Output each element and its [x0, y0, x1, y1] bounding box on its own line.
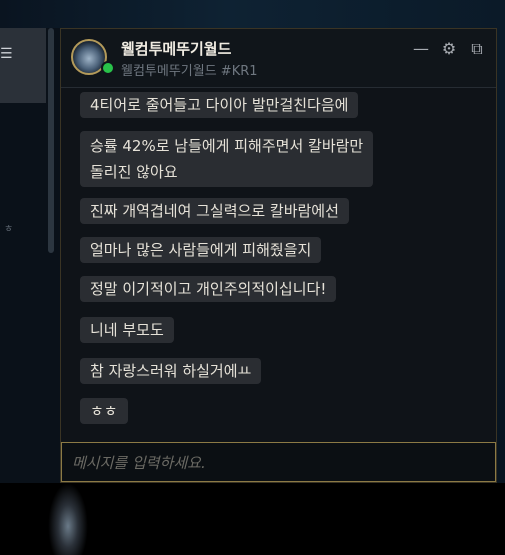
minimize-icon[interactable]: — — [411, 39, 431, 59]
background-art-bottom — [0, 483, 505, 555]
pop-out-icon[interactable]: ⧉ — [467, 39, 487, 59]
chat-message: 4티어로 줄어들고 다이아 발만걸친다음에 — [80, 92, 359, 118]
chat-message: 참 자랑스러워 하실거에ㅛ — [80, 358, 262, 384]
chat-message: 정말 이기적이고 개인주의적이십니다! — [80, 276, 337, 302]
chat-message: 니네 부모도 — [80, 317, 174, 343]
online-status-icon — [101, 61, 115, 75]
chat-message: ㅎㅎ — [80, 398, 128, 424]
message-input-container — [61, 442, 496, 482]
chat-message: 얼마나 많은 사람들에게 피해줬을지 — [80, 237, 322, 263]
background-top — [0, 0, 505, 28]
message-input[interactable] — [70, 449, 484, 477]
menu-icon[interactable]: ☰ — [0, 46, 13, 62]
friends-list-selected-item[interactable]: ☰ — [0, 28, 46, 103]
message-list[interactable]: 4티어로 줄어들고 다이아 발만걸친다음에 승률 42%로 남들에게 피해주면서… — [61, 88, 496, 440]
chat-window: 웰컴투메뚜기월드 웰컴투메뚜기월드 #KR1 — ⚙ ⧉ 4티어로 줄어들고 다… — [60, 28, 497, 483]
chat-header: 웰컴투메뚜기월드 웰컴투메뚜기월드 #KR1 — ⚙ ⧉ — [61, 29, 496, 88]
contact-riot-id: 웰컴투메뚜기월드 #KR1 — [121, 64, 258, 79]
friends-list-partial-text: ㅎ — [4, 224, 14, 235]
chat-message: 승률 42%로 남들에게 피해주면서 칼바람만 돌리진 않아요 — [80, 131, 374, 187]
background-right — [497, 28, 505, 483]
background-art-figure — [48, 483, 88, 555]
friends-list-panel: ☰ ㅎ — [0, 28, 61, 483]
gear-icon[interactable]: ⚙ — [439, 39, 459, 59]
friends-list-scrollbar[interactable] — [48, 28, 54, 253]
contact-name: 웰컴투메뚜기월드 — [121, 40, 232, 58]
chat-message: 진짜 개역겹네여 그실력으로 칼바람에선 — [80, 198, 349, 224]
